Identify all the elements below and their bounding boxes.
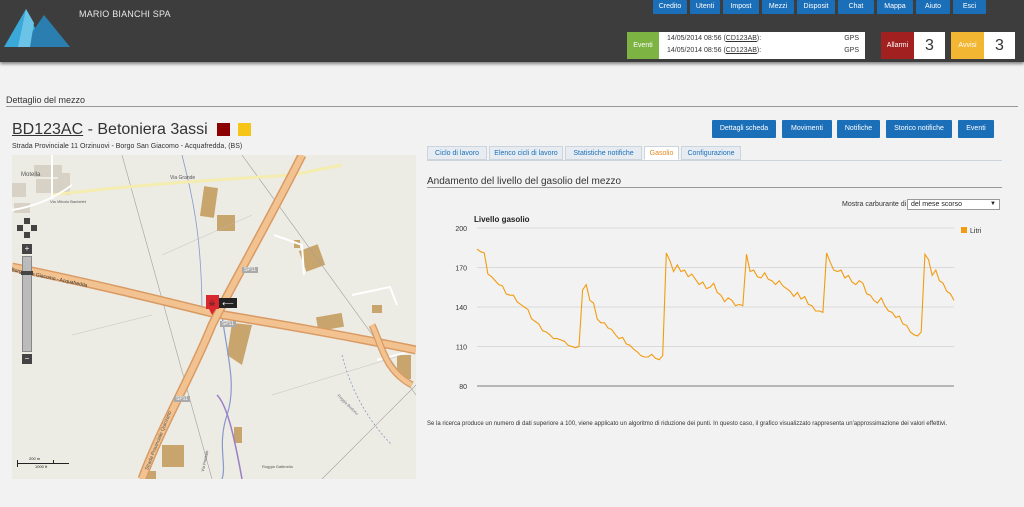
map-zoom-out-button[interactable]: −	[22, 354, 32, 364]
tab-work-cycle[interactable]: Ciclo di lavoro	[427, 146, 487, 160]
event-suffix: :	[759, 35, 762, 42]
map-zoom-in-button[interactable]: +	[22, 244, 32, 254]
fuel-period-value: del mese scorso	[911, 201, 962, 208]
legend-swatch	[961, 227, 967, 233]
y-tick-label: 140	[455, 305, 467, 312]
map-label: Roggia Gattinella	[262, 464, 293, 469]
map-view[interactable]: ☠ ⟵ Motella Via Vittorio Bachelet Via Gr…	[12, 155, 416, 479]
warnings-label[interactable]: Avvisi	[951, 32, 984, 59]
event-type: GPS	[844, 35, 859, 42]
events-list: 14/05/2014 08:56 (CD123AB): GPS 14/05/20…	[659, 32, 865, 59]
y-tick-label: 80	[459, 384, 467, 391]
y-tick-label: 170	[455, 266, 467, 273]
chart-series-group	[476, 248, 955, 361]
pan-left-icon[interactable]	[17, 225, 23, 231]
chart-title: Livello gasolio	[474, 215, 530, 224]
notifications-button[interactable]: Notifiche	[837, 120, 880, 138]
events-label[interactable]: Eventi	[627, 32, 659, 59]
chart-gridlines	[477, 227, 954, 387]
nav-mezzi-button[interactable]: Mezzi	[762, 0, 794, 14]
nav-disposit-button[interactable]: Disposit	[797, 0, 835, 14]
y-tick-label: 200	[455, 226, 467, 233]
tabs-divider	[427, 160, 1002, 161]
map-pan-control[interactable]	[17, 218, 37, 238]
data-reduction-disclaimer: Se la ricerca produce un numero di dati …	[427, 421, 947, 427]
details-card-button[interactable]: Dettagli scheda	[712, 120, 776, 138]
nav-credito-button[interactable]: Credito	[653, 0, 687, 14]
event-vehicle-link[interactable]: CD123AB	[726, 35, 757, 42]
nav-chat-button[interactable]: Chat	[838, 0, 874, 14]
vehicle-name: - Betoniera 3assi	[83, 121, 208, 138]
alarms-count[interactable]: 3	[914, 32, 945, 59]
series-line-litri[interactable]	[476, 248, 955, 361]
vehicle-address: Strada Provinciale 11 Orzinuovi - Borgo …	[12, 143, 243, 150]
movements-button[interactable]: Movimenti	[782, 120, 832, 138]
fuel-section-heading: Andamento del livello del gasolio del me…	[427, 176, 622, 187]
chart-legend[interactable]: Litri	[961, 227, 982, 235]
event-row[interactable]: 14/05/2014 08:56 (CD123AB): GPS	[667, 45, 859, 57]
fuel-filter-label: Mostra carburante di	[842, 201, 907, 208]
event-datetime: 14/05/2014 08:56	[667, 47, 722, 54]
pan-up-icon[interactable]	[24, 218, 30, 224]
map-label: Motella	[21, 172, 41, 178]
events-button[interactable]: Eventi	[958, 120, 994, 138]
section-title: Dettaglio del mezzo	[6, 95, 86, 105]
y-tick-label: 110	[456, 345, 467, 352]
pan-down-icon[interactable]	[24, 232, 30, 238]
event-type: GPS	[844, 47, 859, 54]
warnings-count[interactable]: 3	[984, 32, 1015, 59]
map-label: SP11	[242, 267, 258, 273]
nav-utenti-button[interactable]: Utenti	[690, 0, 720, 14]
nav-mappa-button[interactable]: Mappa	[877, 0, 913, 14]
fuel-period-select[interactable]: del mese scorso ▼	[907, 199, 1000, 210]
section-divider	[6, 106, 1018, 107]
pan-right-icon[interactable]	[31, 225, 37, 231]
map-label: SP11	[174, 396, 190, 402]
vehicle-code-link[interactable]: BD123AC	[12, 121, 83, 138]
scale-tick	[53, 460, 54, 464]
notifications-history-button[interactable]: Storico notifiche	[886, 120, 952, 138]
scale-label-metric: 200 m	[29, 456, 41, 461]
company-name: MARIO BIANCHI SPA	[79, 9, 171, 19]
status-yellow-indicator	[238, 123, 251, 136]
svg-text:☠: ☠	[208, 299, 215, 308]
svg-text:⟵: ⟵	[222, 299, 234, 308]
map-label: Via Vittorio Bachelet	[50, 199, 86, 204]
nav-esci-button[interactable]: Esci	[953, 0, 986, 14]
tab-work-cycles-list[interactable]: Elenco cicli di lavoro	[489, 146, 563, 160]
scale-tick	[17, 460, 18, 467]
event-vehicle-link[interactable]: CD123AB	[726, 47, 757, 54]
event-row[interactable]: 14/05/2014 08:56 (CD123AB): GPS	[667, 33, 859, 45]
map-zoom-slider[interactable]	[21, 256, 33, 352]
tab-notification-stats[interactable]: Statistiche notifiche	[565, 146, 642, 160]
status-red-indicator	[217, 123, 230, 136]
tab-fuel[interactable]: Gasolio	[644, 146, 679, 160]
zoom-slider-handle[interactable]	[21, 271, 33, 275]
nav-aiuto-button[interactable]: Aiuto	[916, 0, 950, 14]
scale-label-imperial: 1000 ft	[35, 464, 48, 469]
event-suffix: :	[759, 47, 762, 54]
company-logo	[4, 9, 70, 47]
map-scale: 200 m 1000 ft	[17, 456, 69, 471]
legend-label: Litri	[970, 228, 982, 235]
chart-y-ticks: 80 110 140 170 200	[455, 226, 467, 391]
tab-configuration[interactable]: Configurazione	[681, 146, 741, 160]
map-label: SP11	[220, 321, 236, 327]
fuel-level-chart: Livello gasolio 80 110 140 170 200 Litri	[455, 215, 982, 391]
nav-impost-button[interactable]: Impost	[723, 0, 759, 14]
fuel-heading-divider	[427, 187, 1002, 188]
top-bar: MARIO BIANCHI SPA Credito Utenti Impost …	[0, 0, 1024, 62]
map-label: Via Grande	[170, 175, 196, 181]
alarms-label[interactable]: Allarmi	[881, 32, 914, 59]
chevron-down-icon: ▼	[990, 201, 996, 207]
vehicle-title: BD123AC - Betoniera 3assi	[12, 121, 208, 139]
event-datetime: 14/05/2014 08:56	[667, 35, 722, 42]
